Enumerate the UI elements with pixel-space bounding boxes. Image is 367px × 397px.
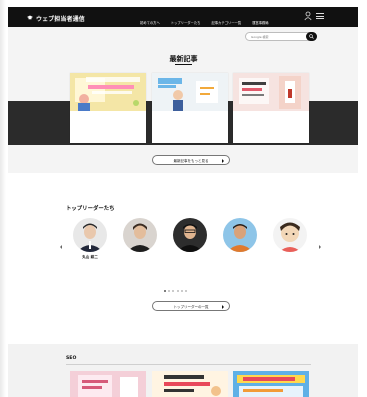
leader-card[interactable] (115, 218, 165, 282)
seo-article-thumbnail[interactable] (152, 371, 228, 397)
search-input[interactable] (251, 34, 295, 40)
article-thumbnail (233, 73, 309, 111)
seo-divider (66, 364, 311, 365)
carousel-next-icon[interactable] (319, 245, 321, 249)
article-card[interactable] (70, 73, 146, 143)
avatar (223, 218, 257, 252)
pagination-dot[interactable] (168, 290, 171, 292)
avatar (123, 218, 157, 252)
more-articles-button[interactable]: 最新記事をもっと見る (152, 155, 230, 165)
user-icon[interactable] (304, 11, 312, 21)
site-logo[interactable]: ウェブ担当者通信 (36, 14, 85, 23)
pagination-dot[interactable] (180, 290, 183, 292)
logo-cap-icon (27, 15, 33, 20)
article-thumbnail (152, 73, 228, 111)
seo-title: SEO (66, 356, 77, 361)
article-thumbnail (70, 73, 146, 111)
search-band (8, 27, 358, 49)
pagination-dot[interactable] (176, 290, 179, 292)
leader-card[interactable] (215, 218, 265, 282)
search-button[interactable] (306, 32, 317, 41)
nav-item-categories[interactable]: 記事カテゴリー一覧 (211, 20, 241, 25)
arrow-right-icon (222, 158, 224, 163)
carousel-prev-icon[interactable] (60, 245, 62, 249)
nav-item-top-leaders[interactable]: トップリーダーたち (171, 20, 201, 25)
pagination-dot[interactable] (172, 290, 175, 292)
leaders-title: トップリーダーたち (66, 206, 115, 212)
more-articles-label: 最新記事をもっと見る (173, 158, 209, 163)
seo-article-thumbnail[interactable] (233, 371, 309, 397)
seo-article-thumbnail[interactable] (70, 371, 146, 397)
arrow-right-icon (222, 304, 224, 309)
search-box (245, 32, 317, 41)
pagination-dot[interactable] (164, 290, 166, 292)
latest-title-underline (175, 64, 192, 65)
avatar (73, 218, 107, 252)
article-card[interactable] (152, 73, 228, 143)
nav-item-beginners[interactable]: 初めての方へ (140, 20, 160, 25)
nav-item-office[interactable]: 運営事務局 (252, 20, 268, 25)
article-card[interactable] (233, 73, 309, 143)
all-leaders-button[interactable]: トップリーダーの一覧 (152, 301, 230, 311)
leader-card[interactable]: 丸山 耕二 (65, 218, 115, 282)
main-nav: 初めての方へ トップリーダーたち 記事カテゴリー一覧 運営事務局 (140, 20, 269, 25)
leader-card[interactable] (265, 218, 315, 282)
search-icon (309, 34, 314, 39)
leader-card[interactable] (165, 218, 215, 282)
avatar (173, 218, 207, 252)
pagination-dot[interactable] (184, 290, 187, 292)
site-header: ウェブ担当者通信 初めての方へ トップリーダーたち 記事カテゴリー一覧 運営事務… (8, 7, 358, 27)
page: ウェブ担当者通信 初めての方へ トップリーダーたち 記事カテゴリー一覧 運営事務… (0, 0, 367, 397)
carousel-pagination[interactable] (164, 290, 187, 292)
all-leaders-label: トップリーダーの一覧 (173, 304, 209, 309)
leader-name: 丸山 耕二 (82, 255, 98, 259)
latest-title: 最新記事 (169, 55, 198, 63)
hamburger-menu-icon[interactable] (316, 13, 324, 19)
avatar (273, 218, 307, 252)
